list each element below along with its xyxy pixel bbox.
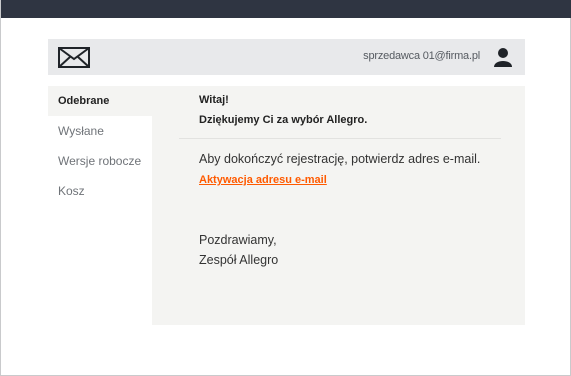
top-bar xyxy=(1,0,571,18)
sidebar-item-inbox[interactable]: Odebrane xyxy=(48,86,152,116)
sidebar-item-label: Kosz xyxy=(58,184,85,198)
message-greeting: Witaj! xyxy=(199,94,229,106)
sidebar-item-label: Wysłane xyxy=(58,124,104,138)
sidebar-item-drafts[interactable]: Wersje robocze xyxy=(48,146,152,176)
message-signature: Zespół Allegro xyxy=(199,253,279,267)
activate-email-link[interactable]: Aktywacja adresu e-mail xyxy=(199,174,327,186)
message-divider xyxy=(179,138,501,139)
mail-header: sprzedawca 01@firma.pl xyxy=(48,39,525,75)
sidebar-item-label: Wersje robocze xyxy=(58,154,142,168)
message-content: Witaj! Dziękujemy Ci za wybór Allegro. A… xyxy=(152,86,525,325)
folder-sidebar: Odebrane Wysłane Wersje robocze Kosz xyxy=(48,86,152,206)
user-email: sprzedawca 01@firma.pl xyxy=(363,50,480,62)
sidebar-item-label: Odebrane xyxy=(58,95,110,107)
message-thanks: Dziękujemy Ci za wybór Allegro. xyxy=(199,114,368,126)
sidebar-item-sent[interactable]: Wysłane xyxy=(48,116,152,146)
envelope-icon[interactable] xyxy=(58,47,90,68)
message-body: Aby dokończyć rejestrację, potwierdz adr… xyxy=(199,152,481,166)
email-window: sprzedawca 01@firma.pl Odebrane Wysłane … xyxy=(0,0,571,376)
sidebar-item-trash[interactable]: Kosz xyxy=(48,176,152,206)
message-closing: Pozdrawiamy, xyxy=(199,233,277,247)
user-avatar-icon[interactable] xyxy=(493,47,513,67)
